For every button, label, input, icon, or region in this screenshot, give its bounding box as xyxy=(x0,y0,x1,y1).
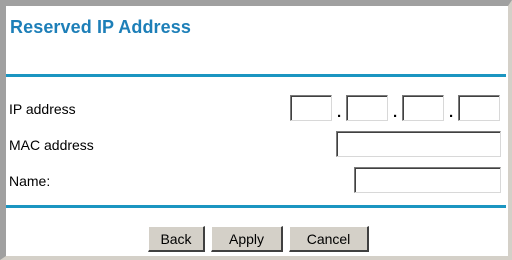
ip-dot-separator: . xyxy=(337,104,342,121)
mac-address-input[interactable] xyxy=(336,131,501,157)
footer-divider xyxy=(6,205,506,208)
ip-octet-4-input[interactable] xyxy=(458,95,500,121)
ip-octet-1-input[interactable] xyxy=(290,95,332,121)
back-button[interactable]: Back xyxy=(148,226,205,252)
name-input[interactable] xyxy=(354,167,501,193)
mac-address-label: MAC address xyxy=(9,137,94,153)
ip-dot-separator: . xyxy=(393,104,398,121)
page-title: Reserved IP Address xyxy=(10,17,191,37)
cancel-button[interactable]: Cancel xyxy=(289,226,369,252)
apply-button[interactable]: Apply xyxy=(211,226,283,252)
ip-octet-3-input[interactable] xyxy=(402,95,444,121)
ip-dot-separator: . xyxy=(449,104,454,121)
ip-octet-2-input[interactable] xyxy=(346,95,388,121)
page-frame xyxy=(0,0,512,260)
ip-address-label: IP address xyxy=(9,101,76,117)
header-divider xyxy=(6,74,506,77)
name-label: Name: xyxy=(9,173,51,189)
